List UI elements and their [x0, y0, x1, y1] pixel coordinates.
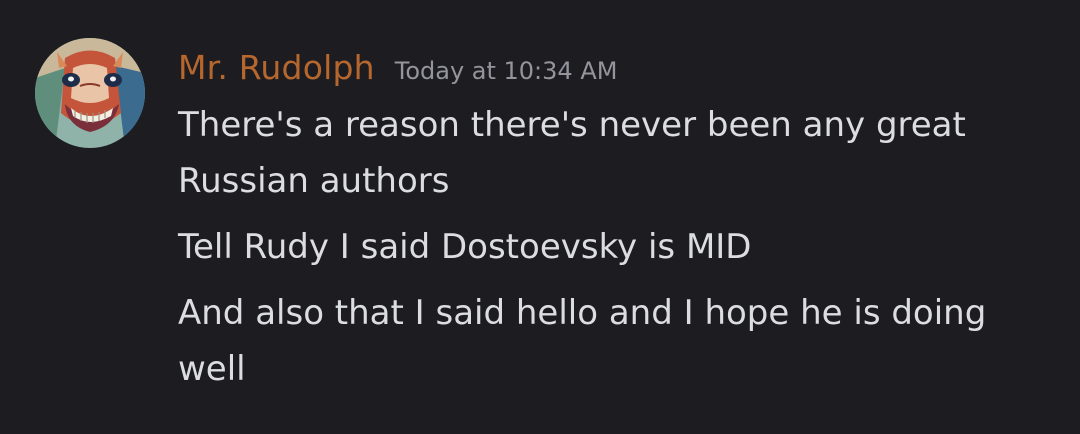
timestamp[interactable]: Today at 10:34 AM: [395, 57, 618, 85]
chat-message-group: Mr. Rudolph Today at 10:34 AM There's a …: [0, 0, 1080, 434]
horse-painting-avatar-icon: [35, 38, 145, 148]
message-content: Mr. Rudolph Today at 10:34 AM There's a …: [178, 48, 1058, 397]
message-text: And also that I said hello and I hope he…: [178, 293, 987, 389]
username[interactable]: Mr. Rudolph: [178, 48, 375, 87]
message-text: There's a reason there's never been any …: [178, 105, 966, 201]
message-header: Mr. Rudolph Today at 10:34 AM: [178, 48, 1058, 94]
message-text: Tell Rudy I said Dostoevsky is MID: [178, 227, 752, 267]
avatar[interactable]: [35, 38, 145, 148]
